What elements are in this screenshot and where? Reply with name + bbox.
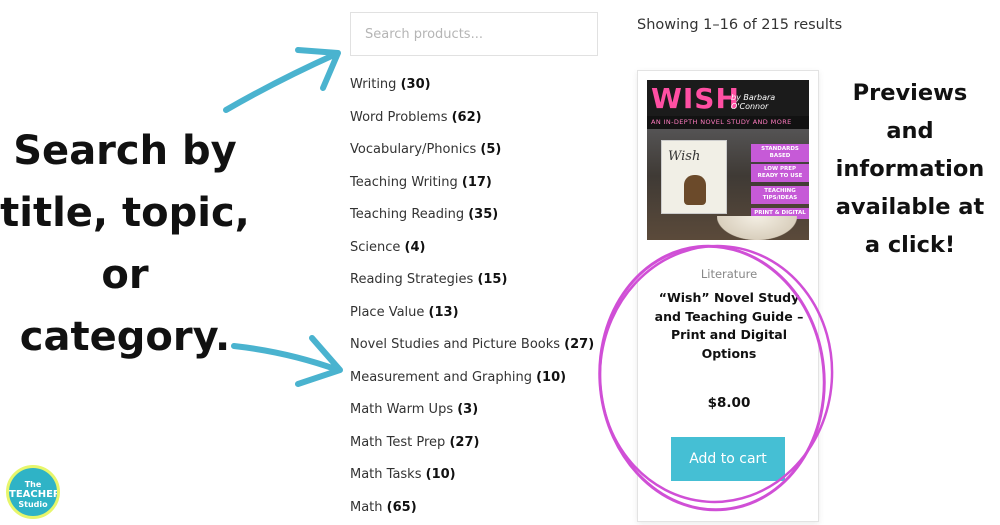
category-count: (4) (404, 239, 426, 255)
arrow-to-categories-icon (231, 335, 343, 387)
left-caption: Search by title, topic, or category. (0, 120, 250, 368)
category-item[interactable]: Vocabulary/Phonics (5) (350, 134, 594, 167)
category-count: (13) (428, 304, 459, 320)
category-list: Writing (30) Word Problems (62) Vocabula… (350, 69, 594, 524)
book-cover-inset: Wish (661, 140, 727, 214)
logo-line: TEACHER (9, 489, 60, 500)
category-name: Math Test Prep (350, 434, 446, 450)
category-item[interactable]: Science (4) (350, 232, 594, 265)
caption-line: or (101, 252, 149, 298)
category-name: Writing (350, 77, 397, 92)
cover-subtitle: AN IN-DEPTH NOVEL STUDY AND MORE (651, 118, 792, 126)
category-item[interactable]: Math Tasks (10) (350, 459, 594, 492)
logo-line: The (24, 480, 42, 489)
category-count: (17) (461, 174, 492, 190)
cover-ribbon: LOW PREP READY TO USE (751, 164, 809, 182)
category-name: Vocabulary/Phonics (350, 142, 477, 157)
category-name: Teaching Reading (350, 207, 465, 222)
category-item[interactable]: Writing (30) (350, 69, 594, 102)
caption-line: and (886, 118, 934, 144)
category-name: Measurement and Graphing (350, 369, 532, 385)
category-item[interactable]: Word Problems (62) (350, 102, 594, 135)
category-count: (62) (451, 109, 482, 125)
category-item[interactable]: Measurement and Graphing (10) (350, 362, 594, 395)
category-name: Math Tasks (350, 467, 422, 482)
category-item[interactable]: Place Value (13) (350, 297, 594, 330)
dog-icon (684, 175, 706, 205)
category-count: (3) (457, 402, 479, 417)
category-item[interactable]: Teaching Reading (35) (350, 199, 594, 232)
category-count: (30) (400, 77, 431, 92)
category-name: Word Problems (350, 109, 448, 125)
category-item[interactable]: Teaching Writing (17) (350, 167, 594, 200)
category-count: (15) (477, 272, 508, 287)
arrow-to-search-icon (223, 47, 341, 113)
caption-line: available at (835, 194, 985, 220)
category-count: (65) (386, 499, 417, 515)
category-name: Math (350, 499, 383, 515)
category-item[interactable]: Math Warm Ups (3) (350, 394, 594, 427)
cover-author: by Barbara O'Connor (731, 93, 776, 111)
logo-line: Studio (18, 500, 48, 509)
category-count: (10) (536, 369, 567, 385)
book-inset-title: Wish (668, 149, 701, 164)
right-caption: Previews and information available at a … (820, 74, 1000, 264)
category-count: (27) (449, 434, 480, 450)
category-name: Novel Studies and Picture Books (350, 337, 561, 352)
caption-line: a click! (864, 232, 956, 258)
result-count: Showing 1–16 of 215 results (637, 17, 843, 33)
category-name: Reading Strategies (350, 272, 474, 287)
category-name: Place Value (350, 304, 425, 320)
category-count: (35) (468, 207, 499, 222)
cover-ribbon: STANDARDS BASED (751, 144, 809, 162)
teacher-studio-logo: The TEACHER Studio (6, 465, 60, 519)
category-name: Math Warm Ups (350, 402, 454, 417)
caption-line: title, topic, (0, 190, 250, 236)
category-name: Science (350, 239, 401, 255)
category-item[interactable]: Reading Strategies (15) (350, 264, 594, 297)
highlight-circle-icon (598, 244, 834, 512)
cover-title: WISH (651, 82, 740, 115)
caption-line: information (835, 156, 985, 182)
search-input[interactable] (350, 12, 598, 56)
caption-line: category. (19, 314, 231, 360)
category-item[interactable]: Novel Studies and Picture Books (27) (350, 329, 594, 362)
category-count: (5) (480, 142, 502, 157)
category-item[interactable]: Math Test Prep (27) (350, 427, 594, 460)
caption-line: Previews (852, 80, 968, 106)
category-name: Teaching Writing (350, 174, 458, 190)
category-item[interactable]: Math (65) (350, 492, 594, 525)
logo-text: The TEACHER Studio (9, 480, 57, 510)
caption-line: Search by (13, 128, 237, 174)
category-count: (10) (425, 467, 456, 482)
cover-ribbon: TEACHING TIPS/IDEAS (751, 186, 809, 204)
product-image[interactable]: WISH by Barbara O'Connor AN IN-DEPTH NOV… (647, 80, 809, 240)
